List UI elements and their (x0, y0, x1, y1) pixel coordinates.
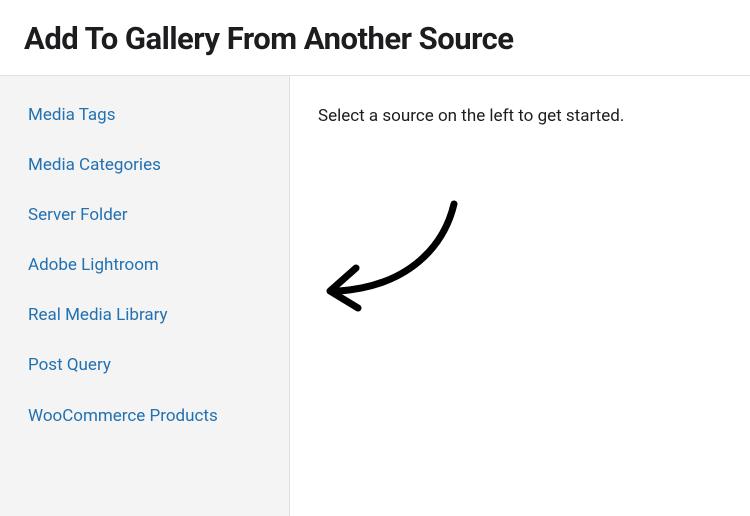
sidebar-item-media-tags[interactable]: Media Tags (28, 104, 261, 126)
page-title: Add To Gallery From Another Source (24, 20, 726, 57)
page-header: Add To Gallery From Another Source (0, 0, 750, 75)
sidebar-item-woocommerce-products[interactable]: WooCommerce Products (28, 405, 261, 427)
sidebar-item-server-folder[interactable]: Server Folder (28, 204, 261, 226)
sidebar-item-adobe-lightroom[interactable]: Adobe Lightroom (28, 254, 261, 276)
sidebar-item-post-query[interactable]: Post Query (28, 354, 261, 376)
sidebar-item-real-media-library[interactable]: Real Media Library (28, 304, 261, 326)
main-panel: Select a source on the left to get start… (290, 76, 750, 516)
arrow-icon (314, 196, 464, 340)
content-area: Media Tags Media Categories Server Folde… (0, 76, 750, 516)
source-sidebar: Media Tags Media Categories Server Folde… (0, 76, 290, 516)
sidebar-item-media-categories[interactable]: Media Categories (28, 154, 261, 176)
instruction-text: Select a source on the left to get start… (318, 106, 722, 126)
